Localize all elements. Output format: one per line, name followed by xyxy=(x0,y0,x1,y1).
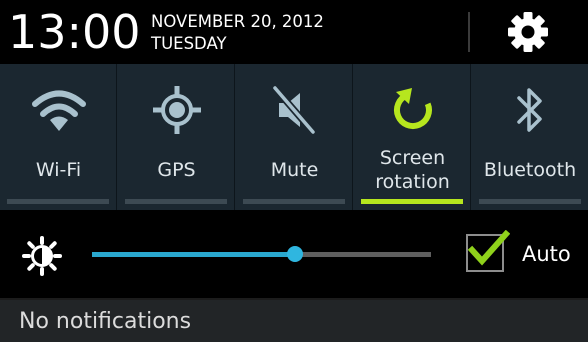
gps-toggle[interactable]: GPS xyxy=(118,64,235,210)
brightness-slider-fill xyxy=(92,252,296,257)
wifi-indicator xyxy=(7,199,109,204)
mute-toggle[interactable]: Mute xyxy=(236,64,353,210)
brightness-slider[interactable] xyxy=(92,246,431,262)
rotation-icon xyxy=(393,88,432,130)
no-notifications-text: No notifications xyxy=(19,309,192,334)
toggle-separator xyxy=(116,64,117,210)
day-label: TUESDAY xyxy=(151,34,227,53)
check-icon xyxy=(467,230,510,266)
status-header: 13:00 NOVEMBER 20, 2012 TUESDAY xyxy=(0,0,588,64)
brightness-row: Auto xyxy=(0,210,588,298)
header-divider xyxy=(468,12,470,52)
notifications-area: No notifications xyxy=(0,300,588,342)
toggle-separator xyxy=(234,64,235,210)
quick-settings-panel: Wi-Fi GPS Mute Screen rotation Bluetooth xyxy=(0,64,588,210)
bluetooth-indicator xyxy=(479,199,581,204)
auto-brightness-checkbox[interactable] xyxy=(466,230,510,272)
mute-label: Mute xyxy=(270,159,319,181)
settings-button[interactable] xyxy=(498,6,558,58)
gps-indicator xyxy=(125,199,227,204)
brightness-slider-thumb[interactable] xyxy=(287,246,304,262)
auto-brightness-label: Auto xyxy=(522,242,571,266)
gear-icon[interactable] xyxy=(505,9,551,55)
wifi-icon xyxy=(31,90,86,131)
mute-indicator xyxy=(243,199,345,204)
clock-time: 13:00 xyxy=(8,5,141,59)
wifi-toggle[interactable]: Wi-Fi xyxy=(0,64,117,210)
brightness-icon xyxy=(22,236,62,276)
date-label: NOVEMBER 20, 2012 xyxy=(151,12,324,31)
screen-rotation-indicator xyxy=(361,199,463,204)
toggle-separator xyxy=(352,64,353,210)
notification-shade: 13:00 NOVEMBER 20, 2012 TUESDAY Wi-Fi GP… xyxy=(0,0,588,342)
screen-rotation-toggle[interactable]: Screen rotation xyxy=(354,64,471,210)
toggle-separator xyxy=(470,64,471,210)
bluetooth-toggle[interactable]: Bluetooth xyxy=(472,64,588,210)
gps-label: GPS xyxy=(157,159,196,181)
bluetooth-icon xyxy=(517,88,542,132)
bluetooth-label: Bluetooth xyxy=(483,159,577,181)
screen-rotation-label: Screen rotation xyxy=(375,147,450,193)
mute-icon xyxy=(271,85,316,135)
wifi-label: Wi-Fi xyxy=(35,159,82,181)
gps-icon xyxy=(152,86,201,134)
